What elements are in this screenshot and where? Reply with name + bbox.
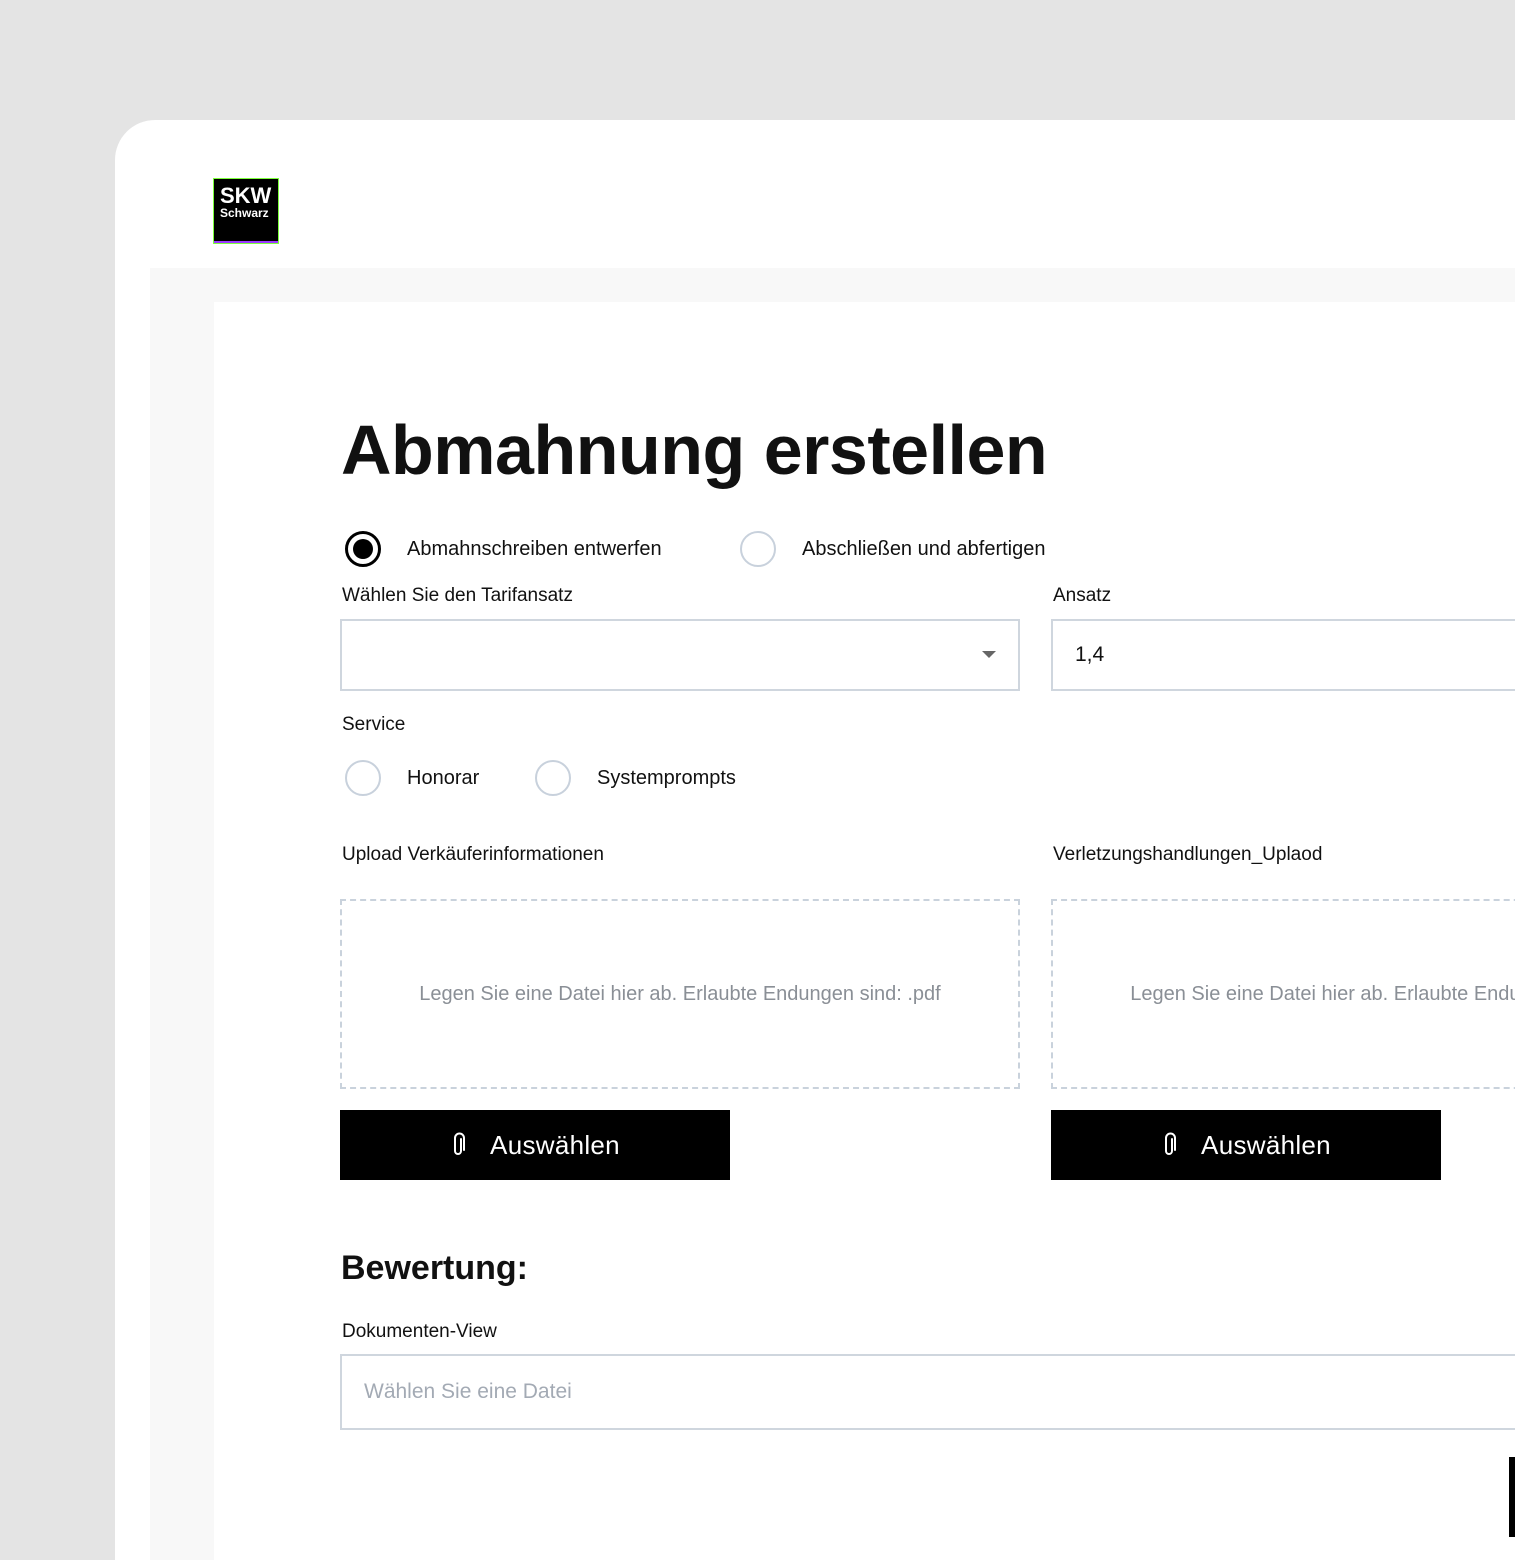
upload-seller-dropzone[interactable]: Legen Sie eine Datei hier ab. Erlaubte E… bbox=[340, 899, 1020, 1089]
upload-violations-dropzone[interactable]: Legen Sie eine Datei hier ab. Erlaubte E… bbox=[1051, 899, 1515, 1089]
upload-violations-label: Verletzungshandlungen_Uplaod bbox=[1053, 844, 1323, 865]
partial-button[interactable] bbox=[1509, 1457, 1515, 1537]
upload-seller-select-button[interactable]: Auswählen bbox=[340, 1110, 730, 1180]
logo-text-secondary: Schwarz bbox=[220, 206, 269, 220]
service-option-honorar[interactable]: Honorar bbox=[345, 760, 479, 796]
ansatz-label: Ansatz bbox=[1053, 585, 1112, 606]
ansatz-input[interactable] bbox=[1051, 619, 1515, 691]
app-window: SKW Schwarz Abmahnung erstellen Abmahnsc… bbox=[115, 120, 1515, 1560]
tarif-select[interactable] bbox=[340, 619, 1020, 691]
radio-systemprompts[interactable] bbox=[535, 760, 571, 796]
rating-heading: Bewertung: bbox=[341, 1249, 528, 1287]
mode-option-draft[interactable]: Abmahnschreiben entwerfen bbox=[345, 531, 662, 567]
radio-finalize[interactable] bbox=[740, 531, 776, 567]
chevron-down-icon bbox=[982, 651, 996, 658]
service-option-label: Honorar bbox=[407, 766, 480, 789]
docview-input[interactable] bbox=[340, 1354, 1515, 1430]
service-option-systemprompts[interactable]: Systemprompts bbox=[535, 760, 736, 796]
paperclip-icon bbox=[1165, 1132, 1177, 1155]
mode-option-finalize[interactable]: Abschließen und abfertigen bbox=[740, 531, 1046, 567]
dropzone-hint: Legen Sie eine Datei hier ab. Erlaubte E… bbox=[419, 982, 941, 1005]
service-label: Service bbox=[342, 714, 406, 735]
upload-seller-label: Upload Verkäuferinformationen bbox=[342, 844, 604, 865]
page-title: Abmahnung erstellen bbox=[341, 411, 1048, 489]
radio-honorar[interactable] bbox=[345, 760, 381, 796]
button-label: Auswählen bbox=[1201, 1129, 1331, 1160]
form-card: Abmahnung erstellen Abmahnschreiben entw… bbox=[214, 302, 1515, 1560]
mode-option-label: Abschließen und abfertigen bbox=[802, 537, 1046, 560]
radio-draft[interactable] bbox=[345, 531, 381, 567]
service-option-label: Systemprompts bbox=[597, 766, 736, 789]
docview-label: Dokumenten-View bbox=[342, 1321, 497, 1342]
upload-violations-select-button[interactable]: Auswählen bbox=[1051, 1110, 1441, 1180]
skw-schwarz-logo[interactable]: SKW Schwarz bbox=[213, 178, 279, 244]
tarif-label: Wählen Sie den Tarifansatz bbox=[342, 585, 573, 606]
dropzone-hint: Legen Sie eine Datei hier ab. Erlaubte E… bbox=[1130, 982, 1515, 1005]
button-label: Auswählen bbox=[490, 1129, 620, 1160]
logo-text-primary: SKW bbox=[220, 183, 272, 208]
paperclip-icon bbox=[454, 1132, 466, 1155]
mode-option-label: Abmahnschreiben entwerfen bbox=[407, 537, 662, 560]
